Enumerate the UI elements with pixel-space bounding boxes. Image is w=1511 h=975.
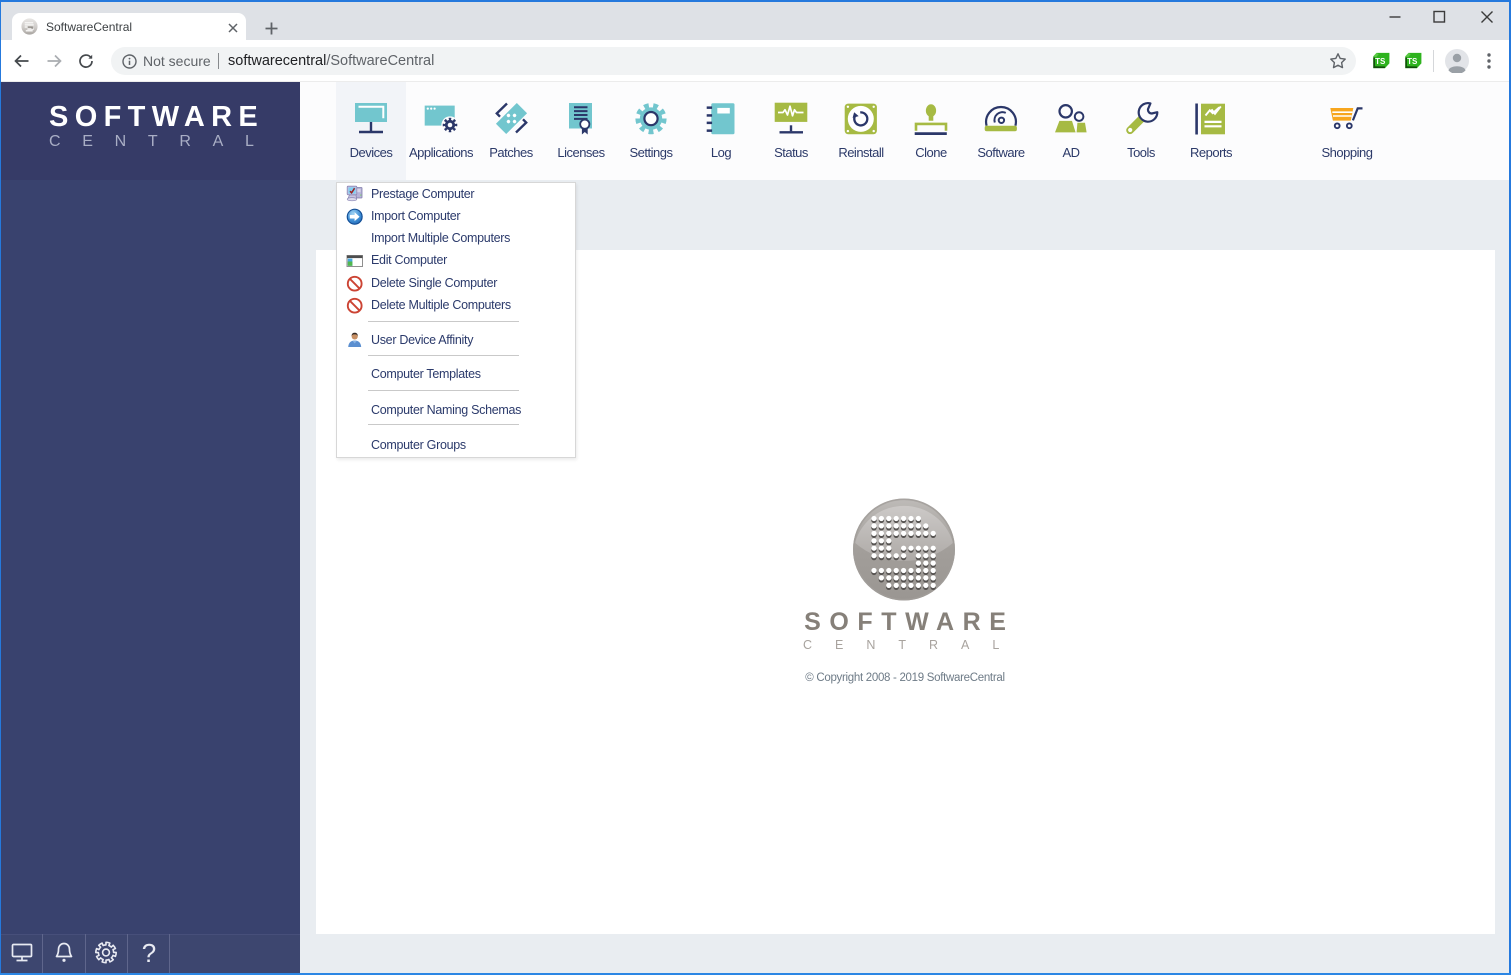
svg-text:TS: TS: [1375, 57, 1386, 66]
svg-text:TS: TS: [1407, 57, 1418, 66]
